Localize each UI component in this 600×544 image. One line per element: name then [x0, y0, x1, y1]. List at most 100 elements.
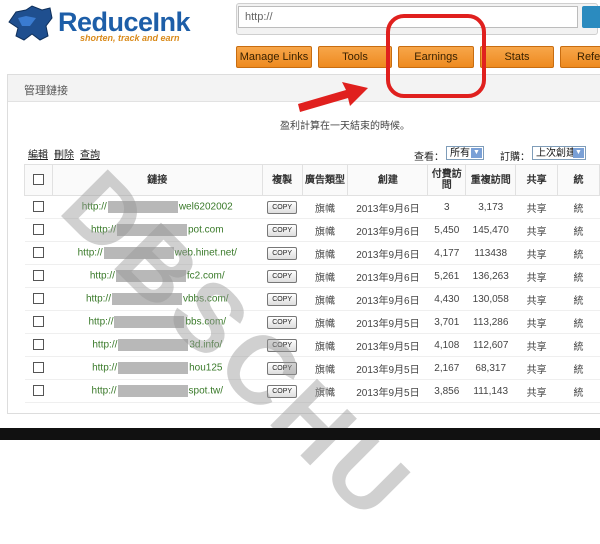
search-link[interactable]: 查詢 — [80, 150, 100, 161]
nav-earnings[interactable]: Earnings — [398, 46, 474, 68]
row-repeat-visits: 136,263 — [465, 264, 516, 288]
row-stats[interactable]: 統 — [557, 310, 600, 334]
row-checkbox[interactable] — [32, 362, 44, 374]
row-select-cell — [24, 195, 53, 219]
link-prefix: http:// — [92, 362, 118, 374]
row-share[interactable]: 共享 — [515, 241, 558, 265]
row-paid-visits: 4,177 — [427, 241, 466, 265]
link-prefix: http:// — [92, 339, 118, 351]
row-ad-type: 旗幟 — [302, 195, 348, 219]
redacted-block — [117, 385, 188, 397]
row-repeat-visits: 145,470 — [465, 218, 516, 242]
row-stats[interactable]: 統 — [557, 195, 600, 219]
main-nav: Manage Links Tools Earnings Stats Refer — [236, 46, 600, 68]
select-all-checkbox[interactable] — [32, 174, 44, 186]
row-stats[interactable]: 統 — [557, 333, 600, 357]
row-repeat-visits: 111,143 — [465, 379, 516, 403]
edit-link[interactable]: 編輯 — [28, 150, 48, 161]
row-stats[interactable]: 統 — [557, 264, 600, 288]
nav-tools[interactable]: Tools — [318, 46, 392, 68]
row-share[interactable]: 共享 — [515, 333, 558, 357]
copy-button[interactable]: COPY — [267, 223, 298, 237]
row-copy-cell: COPY — [262, 218, 303, 242]
header-repeat-visits: 重複訪問 — [465, 164, 517, 196]
row-paid-visits: 3 — [427, 195, 466, 219]
row-copy-cell: COPY — [262, 195, 303, 219]
header-ad-type: 廣告類型 — [301, 164, 349, 196]
row-share[interactable]: 共享 — [515, 264, 558, 288]
nav-stats[interactable]: Stats — [480, 46, 554, 68]
row-checkbox[interactable] — [32, 339, 44, 351]
row-select-cell — [24, 356, 53, 380]
row-copy-cell: COPY — [262, 241, 303, 265]
row-created: 2013年9月5日 — [347, 310, 428, 334]
row-select-cell — [24, 264, 53, 288]
copy-button[interactable]: COPY — [267, 200, 298, 214]
copy-button[interactable]: COPY — [267, 269, 298, 283]
row-ad-type: 旗幟 — [302, 287, 348, 311]
row-checkbox[interactable] — [32, 201, 44, 213]
link-prefix: http:// — [91, 385, 117, 397]
row-stats[interactable]: 統 — [557, 356, 600, 380]
row-paid-visits: 5,450 — [427, 218, 466, 242]
header-copy: 複製 — [261, 164, 303, 196]
select-all-header — [24, 164, 53, 196]
brand-tagline: shorten, track and earn — [80, 33, 180, 43]
row-created: 2013年9月5日 — [347, 333, 428, 357]
row-copy-cell: COPY — [262, 264, 303, 288]
nav-refer[interactable]: Refer — [560, 46, 600, 68]
row-repeat-visits: 3,173 — [465, 195, 516, 219]
brand-logo[interactable]: ReduceInk shorten, track and earn — [6, 4, 232, 44]
row-repeat-visits: 130,058 — [465, 287, 516, 311]
url-input[interactable]: http:// — [238, 6, 578, 28]
row-created: 2013年9月6日 — [347, 241, 428, 265]
nav-manage-links[interactable]: Manage Links — [236, 46, 312, 68]
row-share[interactable]: 共享 — [515, 310, 558, 334]
row-stats[interactable]: 統 — [557, 379, 600, 403]
row-repeat-visits: 68,317 — [465, 356, 516, 380]
row-share[interactable]: 共享 — [515, 195, 558, 219]
panel-title: 管理鏈接 — [24, 85, 68, 97]
row-ad-type: 旗幟 — [302, 241, 348, 265]
row-checkbox[interactable] — [32, 270, 44, 282]
link-prefix: http:// — [88, 316, 114, 328]
row-share[interactable]: 共享 — [515, 218, 558, 242]
copy-button[interactable]: COPY — [267, 246, 298, 260]
row-created: 2013年9月5日 — [347, 356, 428, 380]
header-created: 創建 — [347, 164, 429, 196]
row-share[interactable]: 共享 — [515, 356, 558, 380]
row-created: 2013年9月6日 — [347, 218, 428, 242]
row-stats[interactable]: 統 — [557, 287, 600, 311]
row-checkbox[interactable] — [32, 385, 44, 397]
row-select-cell — [24, 287, 53, 311]
bottom-bar — [0, 428, 600, 440]
row-select-cell — [24, 379, 53, 403]
view-select-value: 所有 — [450, 148, 470, 159]
row-checkbox[interactable] — [32, 293, 44, 305]
row-created: 2013年9月6日 — [347, 264, 428, 288]
row-checkbox[interactable] — [32, 247, 44, 259]
sort-select-value: 上次創建 — [536, 148, 576, 159]
logo-map-icon — [8, 5, 53, 41]
row-repeat-visits: 113438 — [465, 241, 516, 265]
row-share[interactable]: 共享 — [515, 379, 558, 403]
row-paid-visits: 4,430 — [427, 287, 466, 311]
row-paid-visits: 3,701 — [427, 310, 466, 334]
chevron-down-icon: ▼ — [471, 148, 482, 158]
header-paid-visits: 付費訪問 — [427, 164, 467, 196]
row-ad-type: 旗幟 — [302, 218, 348, 242]
row-checkbox[interactable] — [32, 316, 44, 328]
shorten-button[interactable] — [582, 6, 600, 28]
row-share[interactable]: 共享 — [515, 287, 558, 311]
row-stats[interactable]: 統 — [557, 218, 600, 242]
view-select[interactable]: 所有 ▼ — [446, 146, 484, 160]
sort-label: 訂購： — [500, 152, 530, 163]
earnings-notice: 盈利計算在一天結束的時候。 — [280, 121, 410, 132]
bulk-actions: 編輯 刪除 查詢 — [28, 146, 106, 161]
row-repeat-visits: 112,607 — [465, 333, 516, 357]
table-row: http://bbs.com/COPY 旗幟 2013年9月5日 3,701 113,2… — [24, 310, 600, 334]
row-stats[interactable]: 統 — [557, 241, 600, 265]
sort-select[interactable]: 上次創建 ▼ — [532, 146, 586, 160]
row-select-cell — [24, 333, 53, 357]
delete-link[interactable]: 刪除 — [54, 150, 74, 161]
